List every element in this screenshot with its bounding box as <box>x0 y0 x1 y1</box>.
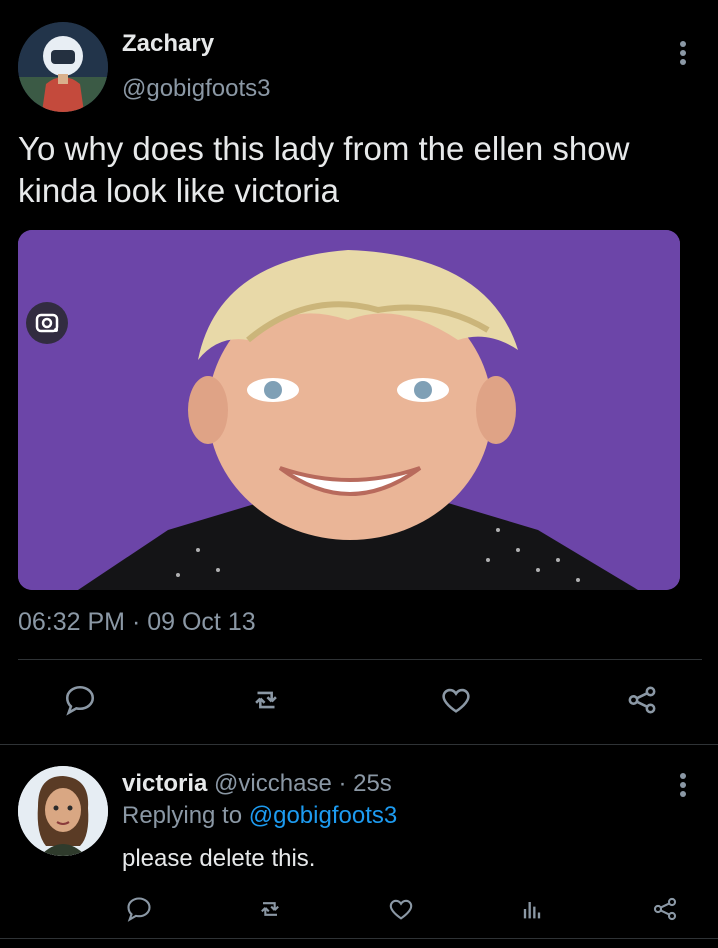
share-icon[interactable] <box>620 678 664 722</box>
divider <box>0 938 718 939</box>
more-options-icon[interactable] <box>668 770 698 806</box>
reply-author-meta: @vicchase · 25s <box>214 770 392 797</box>
reply-text: please delete this. <box>122 845 316 872</box>
tweet-image[interactable] <box>18 230 680 590</box>
reply-icon[interactable] <box>58 678 102 722</box>
tweet-timestamp: 06:32 PM · 09 Oct 13 <box>18 608 256 636</box>
like-icon[interactable] <box>434 678 478 722</box>
like-icon[interactable] <box>382 890 420 928</box>
reply-author-avatar[interactable] <box>18 766 108 856</box>
author-handle[interactable]: @gobigfoots3 <box>122 75 270 103</box>
reply-author-name[interactable]: victoria <box>122 770 207 797</box>
share-icon[interactable] <box>646 890 684 928</box>
replying-to: Replying to @gobigfoots3 <box>122 802 397 830</box>
retweet-icon[interactable] <box>251 890 289 928</box>
divider <box>0 744 718 745</box>
replying-prefix: Replying to <box>122 802 243 829</box>
replying-mention-link[interactable]: @gobigfoots3 <box>249 802 397 829</box>
reply-header: victoria @vicchase · 25s <box>122 770 392 798</box>
retweet-icon[interactable] <box>244 678 288 722</box>
author-name[interactable]: Zachary <box>122 30 214 58</box>
more-options-icon[interactable] <box>668 38 698 74</box>
main-tweet[interactable]: Zachary @gobigfoots3 Yo why does this la… <box>0 0 718 745</box>
divider <box>18 659 702 660</box>
tweet-text: Yo why does this lady from the ellen sho… <box>18 130 630 209</box>
views-icon[interactable] <box>513 890 551 928</box>
author-avatar[interactable] <box>18 22 108 112</box>
reply-icon[interactable] <box>120 890 158 928</box>
lens-icon[interactable] <box>26 302 68 344</box>
